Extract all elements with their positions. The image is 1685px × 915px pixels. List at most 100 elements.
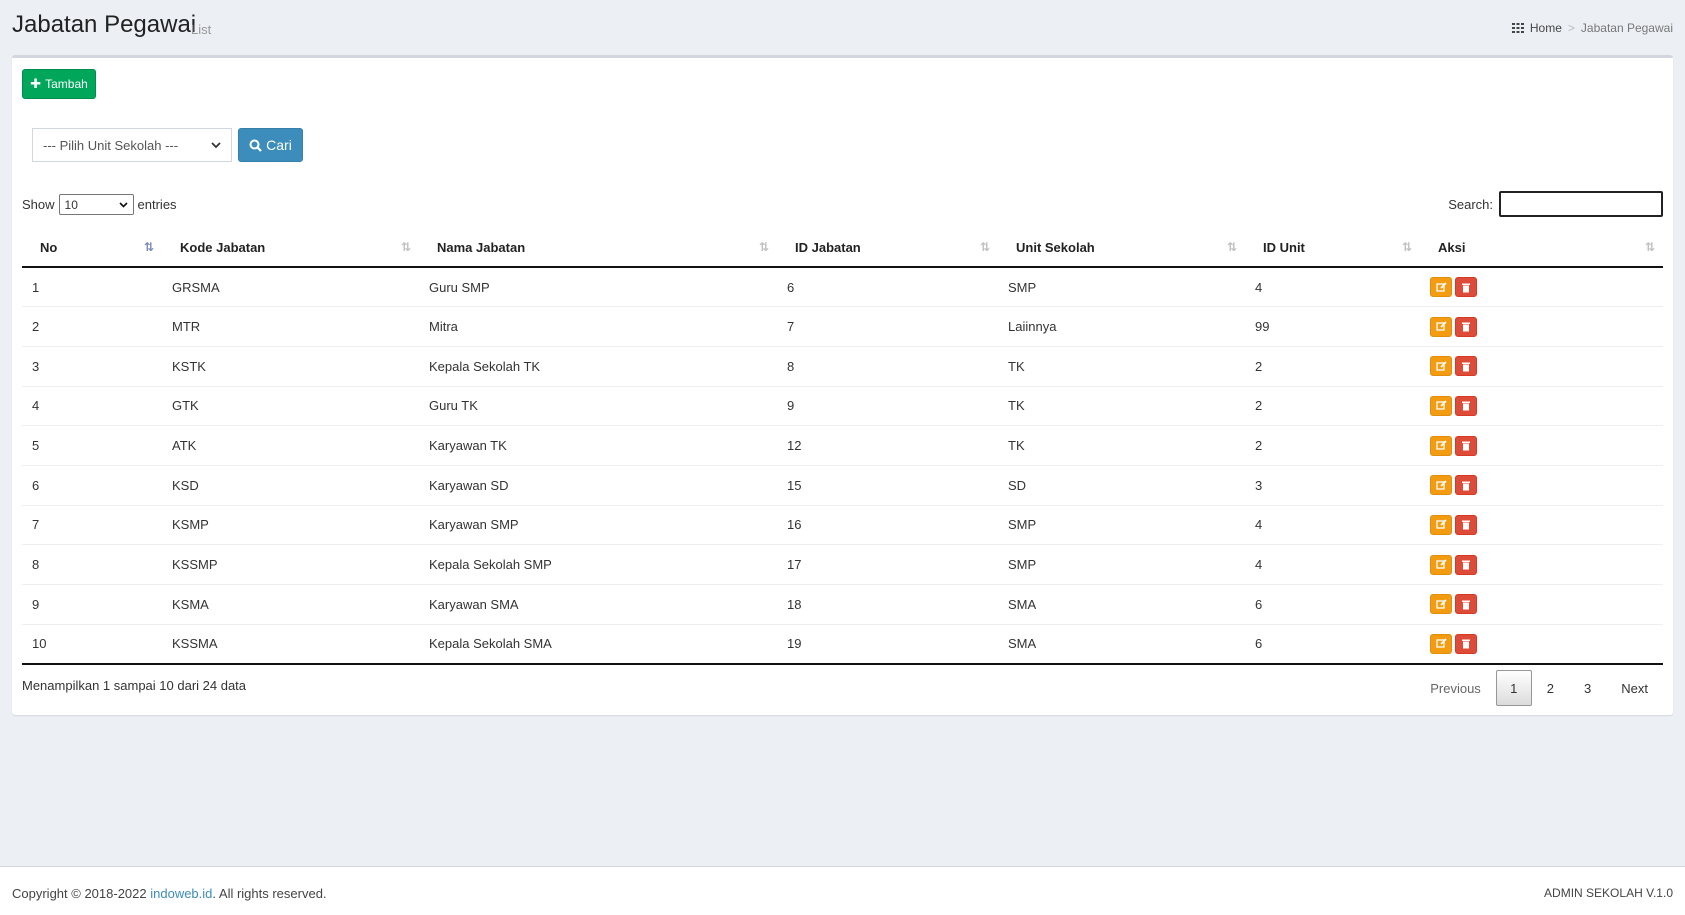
cell-id-unit: 2	[1245, 385, 1420, 426]
edit-icon	[1435, 361, 1447, 371]
column-header-label: Unit Sekolah	[1016, 239, 1095, 255]
edit-button[interactable]	[1430, 356, 1452, 377]
trash-icon	[1462, 283, 1470, 293]
entries-select-value: 10	[64, 197, 78, 212]
edit-button[interactable]	[1430, 277, 1452, 298]
cell-unit: SD	[998, 464, 1245, 506]
trash-icon	[1462, 520, 1470, 530]
cell-id-jabatan: 18	[777, 584, 998, 625]
column-header[interactable]: Aksi ⇅	[1420, 228, 1663, 268]
edit-button[interactable]	[1430, 633, 1452, 654]
cell-kode: GTK	[162, 385, 419, 426]
column-header[interactable]: No ⇅	[22, 228, 162, 268]
cell-id-jabatan: 16	[777, 504, 998, 545]
cell-id-unit: 4	[1245, 544, 1420, 585]
cell-kode: KSD	[162, 464, 419, 506]
cell-nama: Kepala Sekolah SMA	[419, 623, 777, 665]
column-header[interactable]: ID Unit ⇅	[1245, 228, 1420, 268]
cell-unit: SMP	[998, 266, 1245, 307]
pagination-page-2[interactable]: 2	[1532, 670, 1569, 706]
breadcrumb-home[interactable]: Home	[1530, 21, 1562, 35]
pagination-previous[interactable]: Previous	[1415, 670, 1496, 706]
pagination-page-1[interactable]: 1	[1495, 670, 1532, 706]
plus-icon: ✚	[30, 76, 42, 91]
cell-id-unit: 2	[1245, 345, 1420, 387]
breadcrumb-current: Jabatan Pegawai	[1580, 21, 1673, 35]
trash-icon	[1462, 639, 1470, 649]
cell-aksi	[1420, 345, 1663, 387]
add-button-label: Tambah	[45, 77, 88, 91]
edit-button[interactable]	[1430, 594, 1452, 615]
delete-button[interactable]	[1455, 475, 1477, 496]
cell-kode: GRSMA	[162, 266, 419, 307]
cell-unit: TK	[998, 425, 1245, 466]
edit-button[interactable]	[1430, 514, 1452, 535]
search-button-label: Cari	[266, 137, 292, 153]
row-actions	[1430, 633, 1653, 654]
chevron-down-icon	[211, 141, 221, 148]
row-actions	[1430, 316, 1653, 337]
cell-id-jabatan: 17	[777, 544, 998, 585]
cell-unit: TK	[998, 385, 1245, 426]
delete-button[interactable]	[1455, 633, 1477, 654]
edit-button[interactable]	[1430, 316, 1452, 337]
cell-kode: KSTK	[162, 345, 419, 387]
delete-button[interactable]	[1455, 395, 1477, 416]
table-row: 5 ATK Karyawan TK 12 TK 2	[22, 425, 1663, 466]
cell-aksi	[1420, 584, 1663, 625]
search-input[interactable]	[1499, 191, 1663, 217]
footer-link[interactable]: indoweb.id	[150, 886, 212, 901]
delete-button[interactable]	[1455, 277, 1477, 298]
cell-nama: Karyawan SMA	[419, 584, 777, 625]
delete-button[interactable]	[1455, 514, 1477, 535]
entries-select[interactable]: 10	[58, 194, 134, 215]
edit-button[interactable]	[1430, 435, 1452, 456]
table-body: 1 GRSMA Guru SMP 6 SMP 4 2 MTR Mitra 7 Laiinnya 99 3…	[22, 266, 1663, 665]
column-header[interactable]: Nama Jabatan ⇅	[419, 228, 777, 268]
page-subtitle: List	[191, 22, 212, 37]
cell-no: 10	[22, 623, 162, 665]
delete-button[interactable]	[1455, 316, 1477, 337]
cell-kode: KSSMP	[162, 544, 419, 585]
sort-icon: ⇅	[1644, 240, 1655, 254]
cell-nama: Karyawan TK	[419, 425, 777, 466]
column-header[interactable]: Kode Jabatan ⇅	[162, 228, 419, 268]
sort-icon: ⇅	[400, 240, 411, 254]
edit-button[interactable]	[1430, 475, 1452, 496]
column-header[interactable]: Unit Sekolah ⇅	[998, 228, 1245, 268]
column-header-label: Aksi	[1438, 239, 1466, 255]
table-row: 9 KSMA Karyawan SMA 18 SMA 6	[22, 584, 1663, 625]
breadcrumb-separator: >	[1567, 21, 1575, 35]
cell-unit: SMP	[998, 504, 1245, 545]
cell-aksi	[1420, 306, 1663, 347]
search-button[interactable]: Cari	[238, 128, 303, 162]
cell-no: 3	[22, 345, 162, 387]
cell-no: 2	[22, 306, 162, 347]
column-header[interactable]: ID Jabatan ⇅	[777, 228, 998, 268]
cell-id-jabatan: 9	[777, 385, 998, 426]
edit-icon	[1435, 599, 1447, 609]
edit-button[interactable]	[1430, 395, 1452, 416]
edit-button[interactable]	[1430, 554, 1452, 575]
cell-nama: Kepala Sekolah TK	[419, 345, 777, 387]
delete-button[interactable]	[1455, 435, 1477, 456]
column-header-label: Kode Jabatan	[180, 239, 266, 255]
cell-no: 8	[22, 544, 162, 585]
dashboard-icon	[1511, 23, 1524, 33]
cell-id-unit: 3	[1245, 464, 1420, 506]
cell-no: 9	[22, 584, 162, 625]
cell-aksi	[1420, 504, 1663, 545]
column-header-label: ID Jabatan	[795, 239, 861, 255]
add-button[interactable]: ✚ Tambah	[22, 69, 96, 99]
unit-sekolah-select[interactable]: --- Pilih Unit Sekolah ---	[32, 128, 232, 162]
cell-unit: Laiinnya	[998, 306, 1245, 347]
delete-button[interactable]	[1455, 594, 1477, 615]
delete-button[interactable]	[1455, 356, 1477, 377]
trash-icon	[1462, 441, 1470, 451]
delete-button[interactable]	[1455, 554, 1477, 575]
pagination-page-3[interactable]: 3	[1569, 670, 1606, 706]
sort-icon: ⇅	[758, 240, 769, 254]
pagination-next[interactable]: Next	[1606, 670, 1663, 706]
sort-icon: ⇅	[979, 240, 990, 254]
content-header: Jabatan Pegawai List Home > Jabatan Pega…	[0, 0, 1685, 56]
